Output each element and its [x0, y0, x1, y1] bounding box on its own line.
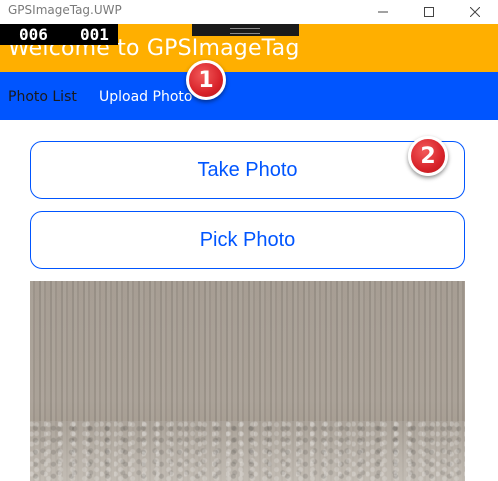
- photo-texture: [30, 421, 465, 481]
- step-badge-2: 2: [408, 136, 448, 176]
- title-bar[interactable]: GPSImageTag.UWP: [0, 0, 498, 24]
- grip-icon: [230, 28, 260, 34]
- app-title: GPSImageTag.UWP: [8, 3, 122, 17]
- app-window: GPSImageTag.UWP Welcome to GPSImageTag 0…: [0, 0, 498, 481]
- nav-item-photo-list[interactable]: Photo List: [8, 89, 77, 105]
- maximize-button[interactable]: [406, 0, 452, 24]
- frame-counter-value-2: 001: [80, 25, 109, 44]
- maximize-icon: [424, 7, 434, 17]
- close-icon: [470, 7, 480, 17]
- debug-toolbar[interactable]: [192, 24, 299, 36]
- take-photo-button[interactable]: Take Photo: [30, 141, 465, 199]
- photo-preview: [30, 281, 465, 481]
- step-badge-1: 1: [186, 60, 226, 100]
- nav-item-upload-photo[interactable]: Upload Photo: [99, 89, 192, 105]
- close-button[interactable]: [452, 0, 498, 24]
- nav-bar: Photo List Upload Photo: [0, 72, 498, 120]
- pick-photo-button[interactable]: Pick Photo: [30, 211, 465, 269]
- frame-counter-value-1: 006: [19, 25, 48, 44]
- frame-rate-counter: 006 001: [0, 24, 118, 45]
- minimize-icon: [378, 11, 388, 13]
- minimize-button[interactable]: [360, 0, 406, 24]
